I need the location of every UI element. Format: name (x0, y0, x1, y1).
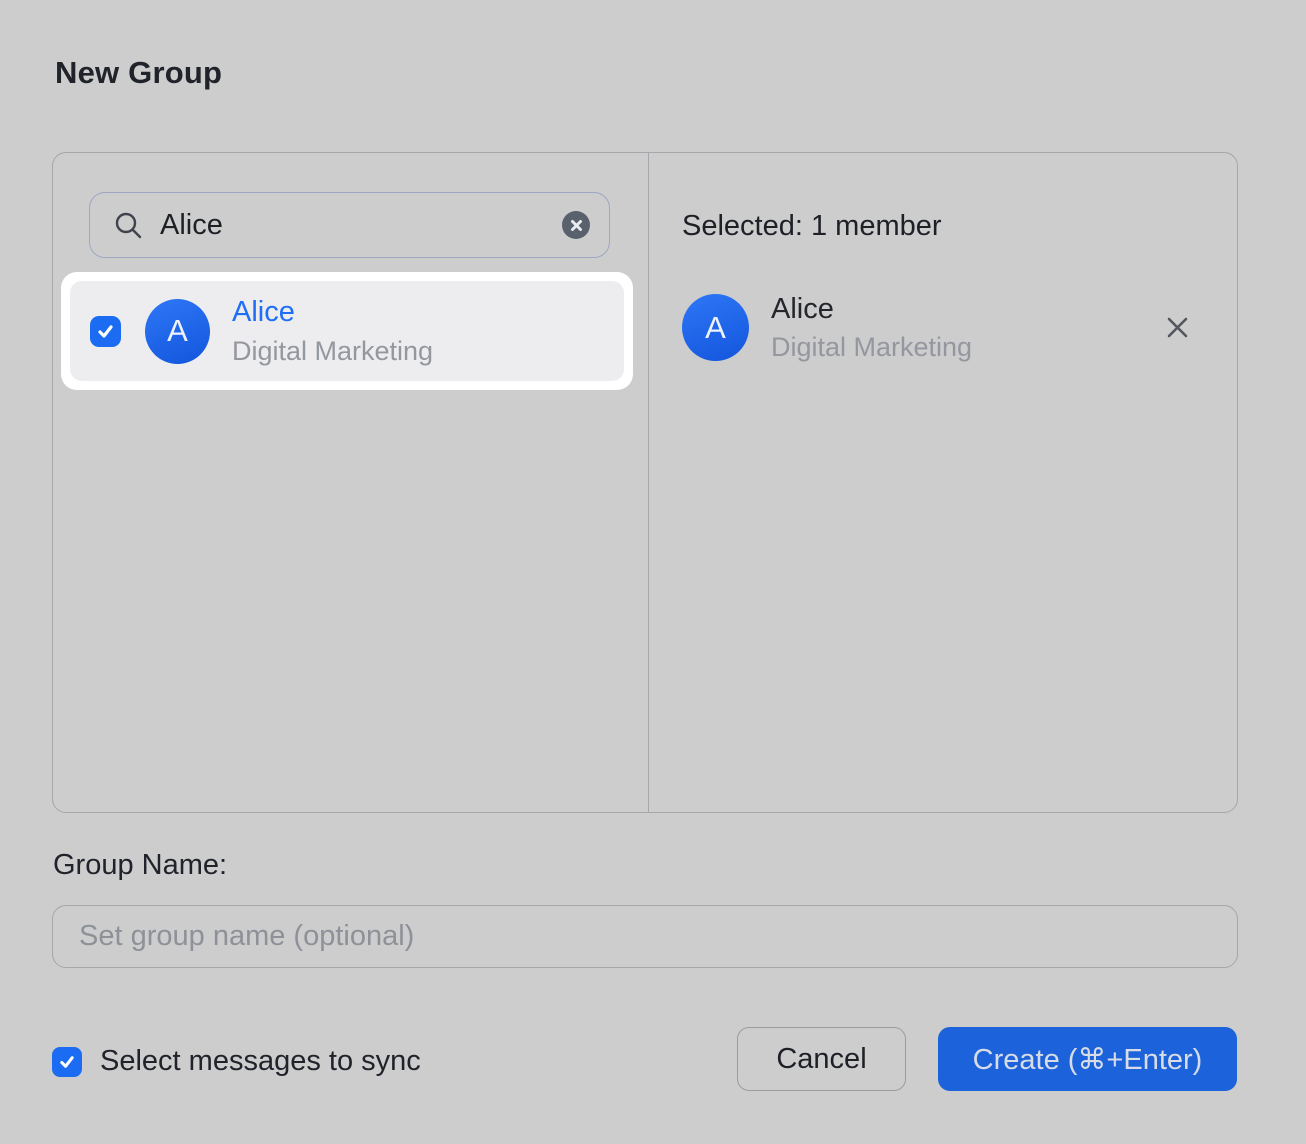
x-circle-icon (570, 219, 583, 232)
group-name-label: Group Name: (53, 849, 227, 882)
avatar: A (682, 294, 749, 361)
list-item-alice[interactable]: A Alice Digital Marketing (70, 281, 624, 381)
selected-member-row: A Alice Digital Marketing (682, 294, 1213, 362)
member-checkbox[interactable] (90, 316, 121, 347)
remove-member-button[interactable] (1164, 314, 1191, 341)
sync-checkbox-label[interactable]: Select messages to sync (100, 1045, 421, 1078)
member-search-pane: A Alice Digital Marketing (53, 153, 648, 812)
check-icon (96, 322, 115, 341)
create-button[interactable]: Create (⌘+Enter) (938, 1027, 1237, 1091)
avatar: A (145, 299, 210, 364)
member-name: Alice (771, 294, 972, 324)
search-box[interactable] (89, 192, 610, 258)
clear-search-button[interactable] (562, 211, 590, 239)
member-texts: Alice Digital Marketing (771, 294, 972, 362)
check-icon (58, 1053, 76, 1071)
new-group-dialog: { "dialog": { "title": "New Group" }, "c… (0, 0, 1306, 1144)
page-title: New Group (55, 55, 222, 91)
result-name: Alice (232, 297, 433, 327)
selected-members-pane: Selected: 1 member A Alice Digital Marke… (648, 153, 1237, 812)
selected-count-header: Selected: 1 member (682, 210, 942, 243)
member-subtitle: Digital Marketing (771, 333, 972, 361)
result-texts: Alice Digital Marketing (232, 297, 433, 365)
member-picker-panel: A Alice Digital Marketing Selected: 1 me… (52, 152, 1238, 813)
cancel-button[interactable]: Cancel (737, 1027, 906, 1091)
sync-checkbox[interactable] (52, 1047, 82, 1077)
sync-option: Select messages to sync (52, 1045, 421, 1078)
result-subtitle: Digital Marketing (232, 337, 433, 365)
group-name-input[interactable] (52, 905, 1238, 968)
highlighted-result: A Alice Digital Marketing (61, 272, 633, 390)
search-icon (113, 210, 143, 240)
search-input[interactable] (143, 209, 562, 242)
close-icon (1164, 314, 1191, 341)
